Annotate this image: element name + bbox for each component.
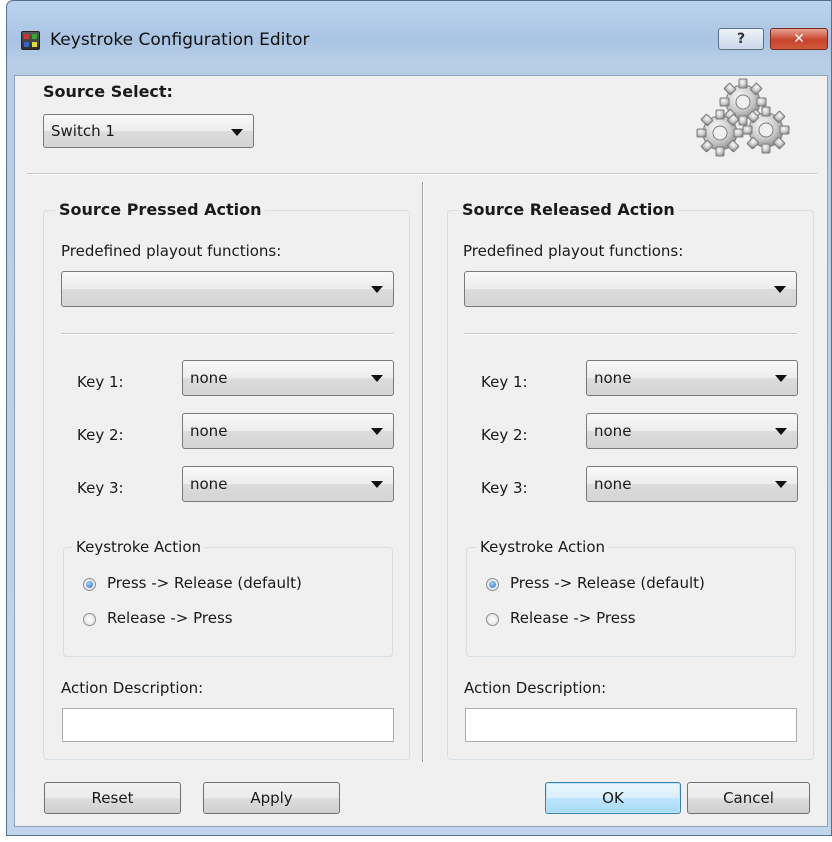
pressed-predefined-dropdown[interactable] (61, 271, 394, 307)
released-divider (464, 333, 797, 335)
released-key2-value: none (594, 422, 632, 440)
pressed-key3-value: none (190, 475, 228, 493)
close-icon: ✕ (793, 31, 805, 47)
released-keystroke-action-title: Keystroke Action (476, 538, 610, 556)
close-button[interactable]: ✕ (770, 28, 828, 50)
pressed-key2-value: none (190, 422, 228, 440)
pressed-key1-label: Key 1: (77, 373, 124, 391)
chevron-down-icon (371, 481, 383, 488)
chevron-down-icon (371, 375, 383, 382)
ok-button[interactable]: OK (545, 782, 681, 814)
chevron-down-icon (774, 286, 786, 293)
released-key2-label: Key 2: (481, 426, 528, 444)
released-key3-label: Key 3: (481, 479, 528, 497)
source-select-dropdown[interactable]: Switch 1 (43, 114, 254, 148)
pressed-description-label: Action Description: (61, 679, 204, 697)
released-predefined-dropdown[interactable] (464, 271, 797, 307)
chevron-down-icon (775, 428, 787, 435)
help-icon: ? (736, 31, 746, 47)
released-radio-press-release[interactable] (486, 578, 499, 591)
top-divider (27, 173, 817, 175)
reset-button[interactable]: Reset (44, 782, 181, 814)
pressed-keystroke-action-title: Keystroke Action (72, 538, 206, 556)
title-bar[interactable]: Keystroke Configuration Editor ? ✕ (7, 1, 831, 75)
pressed-key2-label: Key 2: (77, 426, 124, 444)
released-description-label: Action Description: (464, 679, 607, 697)
pressed-description-input[interactable] (62, 708, 394, 742)
released-key1-label: Key 1: (481, 373, 528, 391)
pressed-key1-dropdown[interactable]: none (182, 360, 394, 396)
pressed-radio-release-press[interactable] (83, 613, 96, 626)
pressed-radio-press-release-label: Press -> Release (default) (107, 574, 302, 592)
released-key1-value: none (594, 369, 632, 387)
window-title: Keystroke Configuration Editor (50, 30, 310, 50)
released-radio-release-press[interactable] (486, 613, 499, 626)
apply-button[interactable]: Apply (203, 782, 340, 814)
released-key3-dropdown[interactable]: none (586, 466, 798, 502)
pressed-key3-dropdown[interactable]: none (182, 466, 394, 502)
cancel-button[interactable]: Cancel (687, 782, 810, 814)
released-description-input[interactable] (465, 708, 797, 742)
pressed-keystroke-action-group (63, 547, 393, 657)
dialog-window: Keystroke Configuration Editor ? ✕ Sourc… (6, 0, 832, 836)
released-radio-press-release-label: Press -> Release (default) (510, 574, 705, 592)
chevron-down-icon (371, 286, 383, 293)
gears-icon (696, 78, 790, 157)
pressed-key1-value: none (190, 369, 228, 387)
chevron-down-icon (371, 428, 383, 435)
dialog-client-area: Source Select: Switch 1 Source Pressed A… (14, 75, 828, 827)
chevron-down-icon (231, 129, 243, 136)
released-keystroke-action-group (466, 547, 796, 657)
app-icon (21, 31, 40, 50)
pressed-radio-press-release[interactable] (83, 578, 96, 591)
released-key3-value: none (594, 475, 632, 493)
chevron-down-icon (775, 481, 787, 488)
released-key2-dropdown[interactable]: none (586, 413, 798, 449)
pressed-action-title: Source Pressed Action (55, 200, 266, 219)
pressed-key3-label: Key 3: (77, 479, 124, 497)
pressed-predefined-label: Predefined playout functions: (61, 242, 282, 260)
pressed-key2-dropdown[interactable]: none (182, 413, 394, 449)
released-radio-release-press-label: Release -> Press (510, 609, 636, 627)
pressed-divider (61, 333, 394, 335)
released-predefined-label: Predefined playout functions: (463, 242, 684, 260)
released-action-title: Source Released Action (458, 200, 679, 219)
source-select-value: Switch 1 (51, 122, 115, 140)
column-divider (422, 182, 424, 762)
source-select-label: Source Select: (43, 82, 173, 101)
chevron-down-icon (775, 375, 787, 382)
help-button[interactable]: ? (718, 28, 764, 50)
pressed-radio-release-press-label: Release -> Press (107, 609, 233, 627)
released-key1-dropdown[interactable]: none (586, 360, 798, 396)
